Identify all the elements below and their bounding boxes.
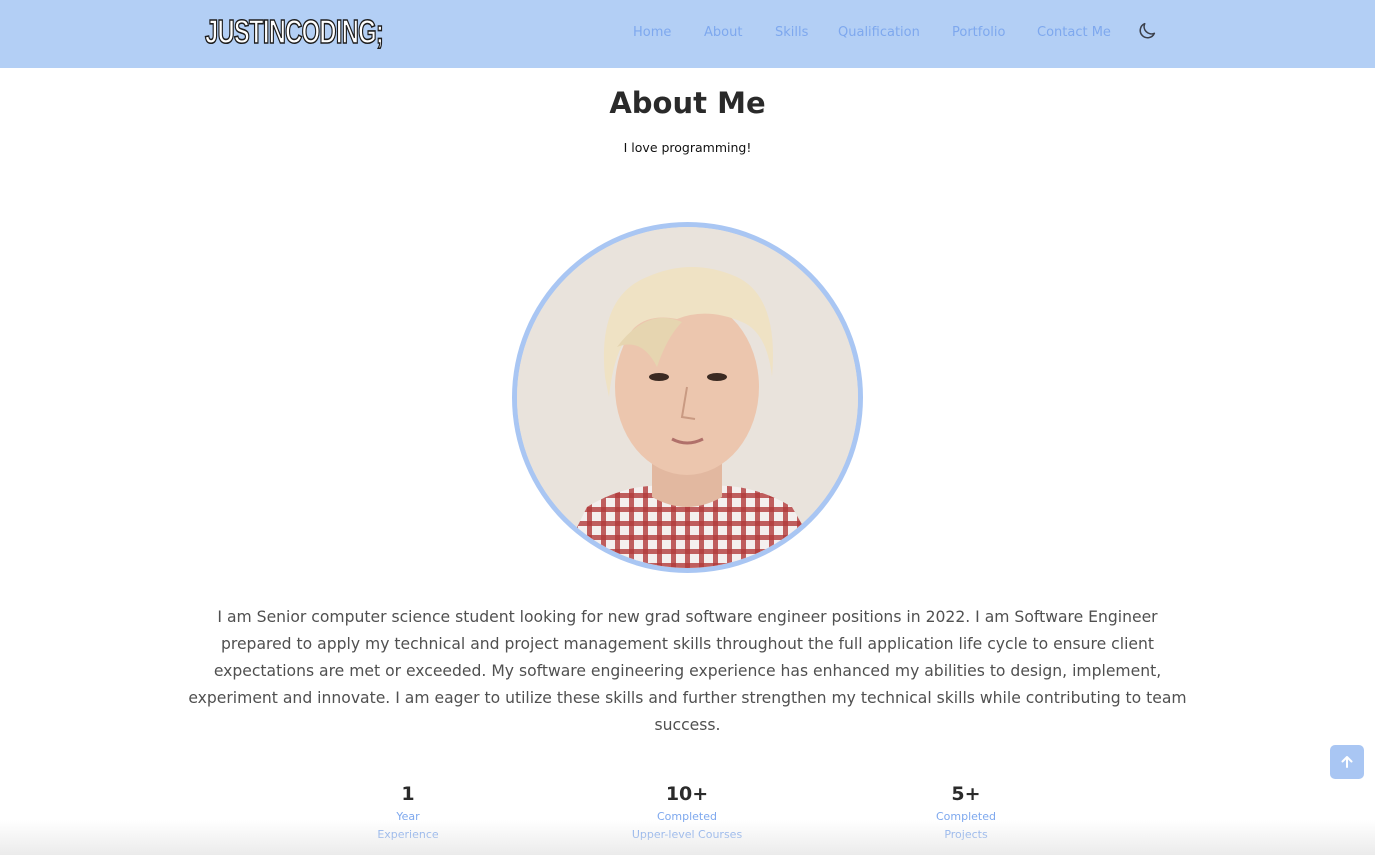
- stat-label: Upper-level Courses: [631, 828, 743, 841]
- stat-label: Projects: [944, 828, 988, 841]
- moon-icon[interactable]: [1136, 20, 1158, 42]
- navbar: JUSTINCODING; Home About Skills Qualific…: [0, 0, 1375, 68]
- stat-number: 10+: [665, 783, 709, 805]
- nav-contact-me[interactable]: Contact Me: [1037, 24, 1111, 42]
- nav-home[interactable]: Home: [633, 24, 671, 42]
- stat-experience: 1 Year Experience: [288, 780, 528, 844]
- stat-label: Completed: [936, 810, 996, 823]
- stat-projects: 5+ Completed Projects: [846, 780, 1086, 844]
- nav-menu: Home About Skills Qualification Portfoli…: [0, 24, 1375, 44]
- stat-label: Year: [396, 810, 420, 823]
- stat-number: 5+: [951, 783, 981, 805]
- section-title: About Me: [609, 86, 766, 120]
- avatar-frame: [512, 222, 863, 573]
- profile-photo: [517, 227, 858, 568]
- nav-skills[interactable]: Skills: [775, 24, 808, 42]
- nav-qualification[interactable]: Qualification: [838, 24, 920, 42]
- scroll-top-button[interactable]: [1330, 745, 1364, 779]
- stat-number: 1: [401, 783, 415, 805]
- stat-label: Experience: [377, 828, 439, 841]
- section-subtitle: I love programming!: [623, 140, 752, 155]
- nav-about[interactable]: About: [704, 24, 742, 42]
- stat-label: Completed: [657, 810, 717, 823]
- arrow-up-icon: [1341, 756, 1353, 768]
- stat-courses: 10+ Completed Upper-level Courses: [567, 780, 807, 844]
- about-description: I am Senior computer science student loo…: [188, 608, 1187, 734]
- nav-portfolio[interactable]: Portfolio: [952, 24, 1005, 42]
